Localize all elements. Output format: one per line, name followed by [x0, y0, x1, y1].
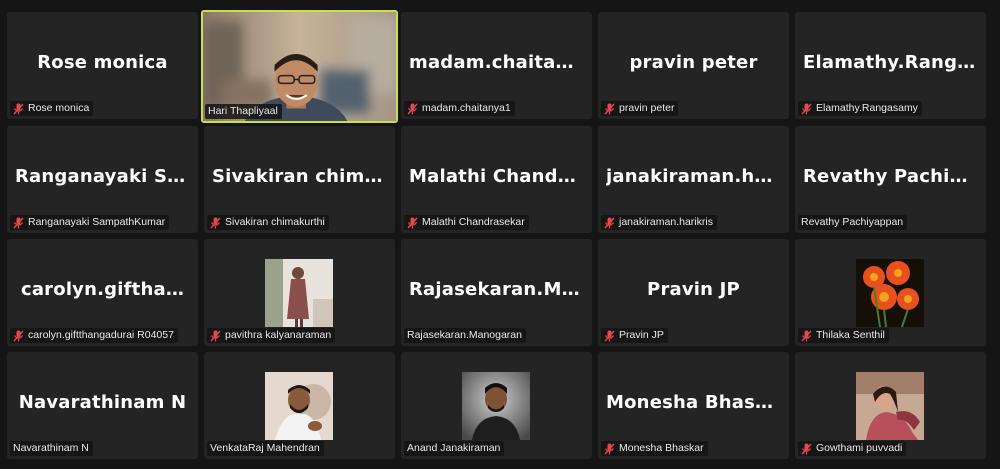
participant-display-name: Revathy Pachiy…: [803, 166, 978, 187]
mic-muted-icon: [801, 443, 812, 454]
participant-label-text: Gowthami puvvadi: [816, 442, 903, 454]
participant-name-label: Sivakiran chimakurthi: [207, 215, 329, 230]
participant-name-label: Revathy Pachiyappan: [798, 215, 908, 230]
participant-label-text: janakiraman.harikris: [619, 216, 713, 228]
participant-label-text: Ranganayaki SampathKumar: [28, 216, 166, 228]
participant-display-name: Monesha Bhaskar: [606, 392, 781, 413]
participant-name-label: madam.chaitanya1: [404, 101, 515, 116]
participant-tile-active-speaker[interactable]: Hari Thapliyaal: [201, 10, 398, 123]
participant-display-name: Rose monica: [37, 52, 168, 73]
participant-label-text: Rose monica: [28, 102, 90, 114]
participant-display-name: Sivakiran chima…: [212, 166, 387, 187]
participant-display-name: janakiraman.ha…: [606, 166, 781, 187]
profile-photo: [265, 259, 333, 327]
participant-label-text: Sivakiran chimakurthi: [225, 216, 325, 228]
participant-name-label: Navarathinam N: [10, 441, 93, 456]
mic-muted-icon: [13, 217, 24, 228]
participant-tile[interactable]: Monesha Bhaskar Monesha Bhaskar: [598, 352, 789, 459]
profile-photo: [856, 372, 924, 440]
participant-tile[interactable]: Gowthami puvvadi: [795, 352, 986, 459]
participant-display-name: Ranganayaki Sa…: [15, 166, 190, 187]
mic-muted-icon: [801, 330, 812, 341]
participant-tile[interactable]: Rose monica Rose monica: [7, 12, 198, 119]
mic-muted-icon: [13, 103, 24, 114]
participant-label-text: Revathy Pachiyappan: [801, 216, 904, 228]
participant-name-label: pravin peter: [601, 101, 679, 116]
profile-photo: [462, 372, 530, 440]
profile-photo: [856, 259, 924, 327]
participant-tile[interactable]: carolyn.giftha… carolyn.giftthangadurai …: [7, 239, 198, 346]
participant-label-text: Hari Thapliyaal: [208, 105, 278, 117]
mic-muted-icon: [604, 103, 615, 114]
mic-muted-icon: [210, 217, 221, 228]
participant-label-text: carolyn.giftthangadurai R04057: [28, 329, 174, 341]
participant-tile[interactable]: Revathy Pachiy… Revathy Pachiyappan: [795, 126, 986, 233]
participant-name-label: Gowthami puvvadi: [798, 441, 907, 456]
participant-tile[interactable]: pavithra kalyanaraman: [204, 239, 395, 346]
mic-muted-icon: [210, 330, 221, 341]
participant-label-text: Pravin JP: [619, 329, 664, 341]
participant-label-text: Thilaka Senthil: [816, 329, 885, 341]
participant-label-text: Anand Janakiraman: [407, 442, 501, 454]
participant-name-label: Pravin JP: [601, 328, 668, 343]
participant-label-text: VenkataRaj Mahendran: [210, 442, 320, 454]
participant-tile[interactable]: Pravin JP Pravin JP: [598, 239, 789, 346]
participant-display-name: Pravin JP: [647, 279, 740, 300]
mic-muted-icon: [604, 330, 615, 341]
profile-photo: [265, 372, 333, 440]
participant-name-label: Rajasekaran.Manogaran: [404, 328, 526, 343]
mic-muted-icon: [801, 103, 812, 114]
participant-label-text: Navarathinam N: [13, 442, 89, 454]
participant-name-label: Elamathy.Rangasamy: [798, 101, 922, 116]
participant-display-name: Elamathy.Ranga…: [803, 52, 978, 73]
participant-label-text: Rajasekaran.Manogaran: [407, 329, 522, 341]
participant-name-label: Monesha Bhaskar: [601, 441, 708, 456]
participant-display-name: pravin peter: [629, 52, 758, 73]
participant-label-text: pravin peter: [619, 102, 675, 114]
participant-name-label: pavithra kalyanaraman: [207, 328, 336, 343]
participant-tile[interactable]: madam.chaitan… madam.chaitanya1: [401, 12, 592, 119]
participant-name-label: Hari Thapliyaal: [205, 104, 282, 119]
participant-display-name: carolyn.giftha…: [20, 279, 185, 300]
mic-muted-icon: [604, 443, 615, 454]
participant-name-label: VenkataRaj Mahendran: [207, 441, 324, 456]
participant-tile[interactable]: Rajasekaran.Ma… Rajasekaran.Manogaran: [401, 239, 592, 346]
participant-name-label: carolyn.giftthangadurai R04057: [10, 328, 178, 343]
participant-tile[interactable]: Anand Janakiraman: [401, 352, 592, 459]
participant-display-name: Malathi Chandr…: [409, 166, 584, 187]
participant-tile[interactable]: pravin peter pravin peter: [598, 12, 789, 119]
participant-tile[interactable]: Navarathinam N Navarathinam N: [7, 352, 198, 459]
participant-label-text: Elamathy.Rangasamy: [816, 102, 918, 114]
participant-name-label: Rose monica: [10, 101, 94, 116]
participant-display-name: Rajasekaran.Ma…: [409, 279, 584, 300]
participant-label-text: madam.chaitanya1: [422, 102, 511, 114]
participant-name-label: Malathi Chandrasekar: [404, 215, 529, 230]
participant-label-text: Malathi Chandrasekar: [422, 216, 525, 228]
participant-name-label: Anand Janakiraman: [404, 441, 505, 456]
participant-tile[interactable]: janakiraman.ha… janakiraman.harikris: [598, 126, 789, 233]
participant-name-label: Thilaka Senthil: [798, 328, 889, 343]
participant-tile[interactable]: Thilaka Senthil: [795, 239, 986, 346]
participant-tile[interactable]: Elamathy.Ranga… Elamathy.Rangasamy: [795, 12, 986, 119]
mic-muted-icon: [407, 103, 418, 114]
participant-label-text: Monesha Bhaskar: [619, 442, 704, 454]
mic-muted-icon: [13, 330, 24, 341]
mic-muted-icon: [407, 217, 418, 228]
participant-display-name: Navarathinam N: [18, 392, 187, 413]
participant-label-text: pavithra kalyanaraman: [225, 329, 332, 341]
participant-tile[interactable]: Ranganayaki Sa… Ranganayaki SampathKumar: [7, 126, 198, 233]
participant-display-name: madam.chaitan…: [409, 52, 584, 73]
participant-tile[interactable]: VenkataRaj Mahendran: [204, 352, 395, 459]
gallery-grid: Rose monica Rose monica Hari Thapliyaal …: [0, 0, 1000, 469]
participant-name-label: Ranganayaki SampathKumar: [10, 215, 170, 230]
participant-name-label: janakiraman.harikris: [601, 215, 717, 230]
mic-muted-icon: [604, 217, 615, 228]
participant-tile[interactable]: Malathi Chandr… Malathi Chandrasekar: [401, 126, 592, 233]
participant-tile[interactable]: Sivakiran chima… Sivakiran chimakurthi: [204, 126, 395, 233]
